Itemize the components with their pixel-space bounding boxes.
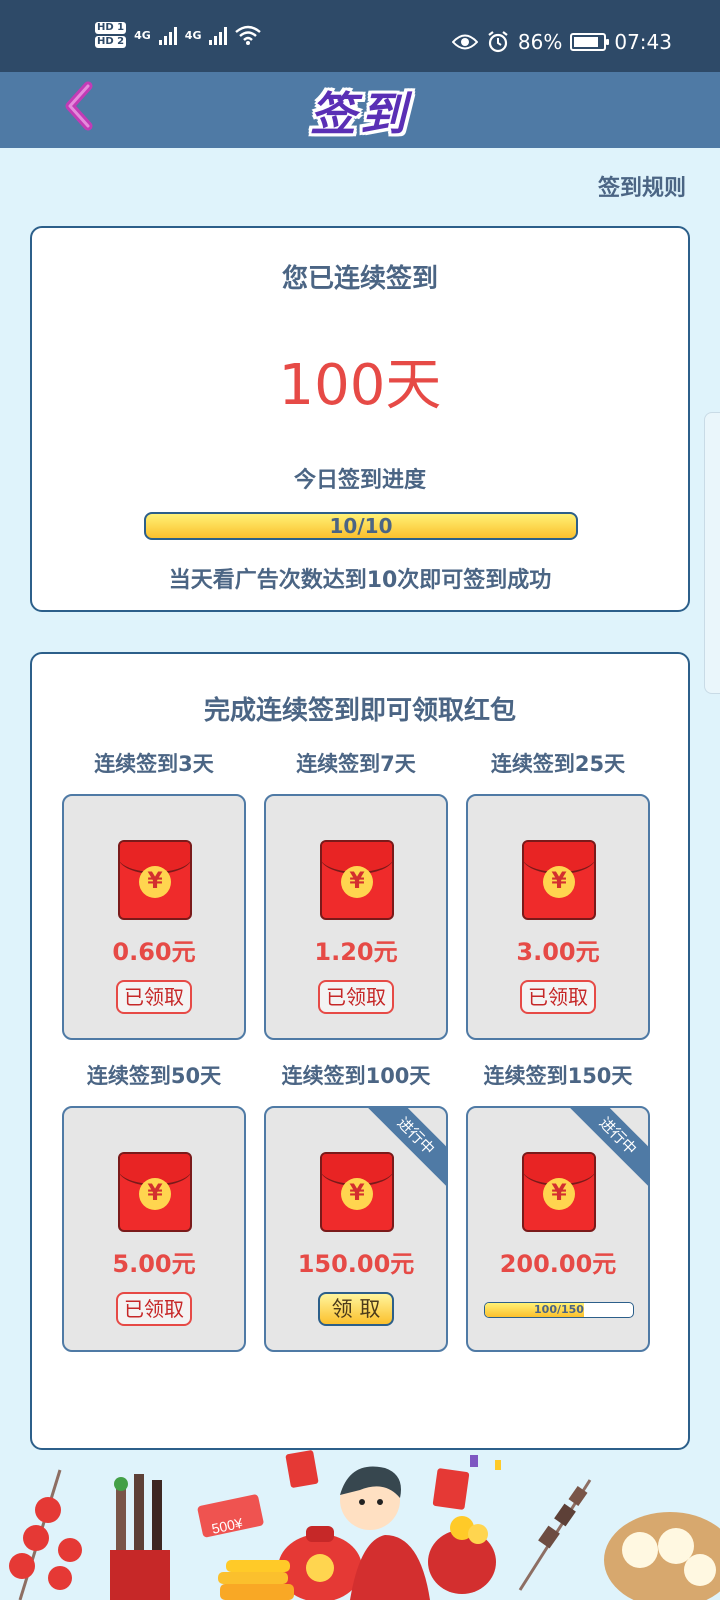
red-envelope-icon: ¥ (118, 1152, 192, 1232)
streak-days: 100天 (278, 353, 442, 418)
claimed-badge: 已领取 (318, 980, 394, 1014)
reward-amount: 5.00元 (112, 1250, 196, 1278)
reward-label: 连续签到150天 (483, 1064, 633, 1088)
claimed-badge: 已领取 (520, 980, 596, 1014)
reward-amount: 200.00元 (499, 1250, 617, 1278)
red-envelope-icon: ¥ (522, 1152, 596, 1232)
side-edge-tab[interactable] (704, 412, 720, 694)
kebab-icon (518, 1479, 592, 1591)
skewer-icon (110, 1474, 170, 1600)
reward-label: 连续签到25天 (490, 752, 626, 776)
device-status: 86% 07:43 (451, 30, 672, 54)
signal-icon (158, 25, 177, 45)
reward-progress-text: 100/150 (534, 1303, 584, 1316)
reward-item: 连续签到100天 进行中 ¥ 150.00元 领 取 (264, 1060, 448, 1352)
page-title: 签到 (310, 87, 410, 141)
net2-label: 4G (184, 28, 202, 42)
reward-progress-bar: 100/150 (484, 1302, 634, 1318)
reward-item: 连续签到150天 进行中 ¥ 200.00元 100/150 (466, 1060, 650, 1352)
signal-icon-2 (209, 25, 228, 45)
battery-icon (570, 33, 610, 51)
reward-label: 连续签到100天 (281, 1064, 431, 1088)
checkin-card: 您已连续签到 100天 今日签到进度 10/10 当天看广告次数达到10次即可签… (30, 226, 690, 612)
rewards-title: 完成连续签到即可领取红包 (203, 696, 516, 726)
reward-item: 连续签到25天 ¥ 3.00元 已领取 (466, 748, 650, 1040)
treasure-pot-icon (428, 1516, 496, 1594)
alarm-icon (488, 31, 508, 53)
streak-title: 您已连续签到 (281, 264, 438, 294)
battery-percent: 86% (517, 30, 563, 54)
reward-amount: 3.00元 (516, 938, 600, 966)
daily-progress-bar: 10/10 (144, 512, 578, 540)
network-status: HD 1 HD 2 4G 4G (95, 22, 262, 48)
title-bar: 签到 (0, 72, 720, 148)
red-envelope-icon: ¥ (118, 840, 192, 920)
reward-item: 连续签到50天 ¥ 5.00元 已领取 (62, 1060, 246, 1352)
red-envelope-icon: ¥ (320, 1152, 394, 1232)
checkin-note: 当天看广告次数达到10次即可签到成功 (168, 568, 552, 593)
status-bar: HD 1 HD 2 4G 4G 86% 07:43 (0, 0, 720, 72)
clock: 07:43 (614, 30, 672, 54)
progress-label: 今日签到进度 (293, 468, 426, 493)
reward-amount: 1.20元 (314, 938, 398, 966)
reward-box: 进行中 ¥ 150.00元 领 取 (264, 1106, 448, 1352)
reward-box: ¥ 3.00元 已领取 (466, 794, 650, 1040)
hd1-badge: HD 1 (95, 22, 127, 34)
eye-icon (451, 34, 478, 50)
wifi-icon (235, 25, 262, 45)
reward-item: 连续签到7天 ¥ 1.20元 已领取 (264, 748, 448, 1040)
hd2-badge: HD 2 (95, 36, 127, 48)
red-envelope-icon: ¥ (522, 840, 596, 920)
confetti (470, 1455, 501, 1470)
claimed-badge: 已领取 (116, 1292, 192, 1326)
reward-box: ¥ 1.20元 已领取 (264, 794, 448, 1040)
red-envelope-icon: ¥ (320, 840, 394, 920)
candied-fruit-icon (9, 1469, 82, 1600)
reward-box: ¥ 0.60元 已领取 (62, 794, 246, 1040)
claim-button[interactable]: 领 取 (318, 1292, 394, 1326)
steamed-bun-basket-icon (604, 1512, 720, 1600)
reward-label: 连续签到3天 (94, 752, 214, 776)
reward-label: 连续签到7天 (296, 752, 416, 776)
reward-amount: 150.00元 (297, 1250, 415, 1278)
rewards-card: 完成连续签到即可领取红包 连续签到3天 ¥ 0.60元 已领取 连续签到7天 ¥… (30, 652, 690, 1450)
claimed-badge: 已领取 (116, 980, 192, 1014)
reward-label: 连续签到50天 (86, 1064, 222, 1088)
reward-item: 连续签到3天 ¥ 0.60元 已领取 (62, 748, 246, 1040)
rules-link[interactable]: 签到规则 (598, 170, 686, 202)
daily-progress-text: 10/10 (329, 514, 393, 538)
reward-box: 进行中 ¥ 200.00元 100/150 (466, 1106, 650, 1352)
gold-coins-icon (218, 1560, 294, 1600)
reward-amount: 0.60元 (112, 938, 196, 966)
festival-illustration: 500¥ (9, 1450, 720, 1600)
hd-badges: HD 1 HD 2 (95, 22, 127, 48)
reward-box: ¥ 5.00元 已领取 (62, 1106, 246, 1352)
net1-label: 4G (134, 28, 151, 42)
